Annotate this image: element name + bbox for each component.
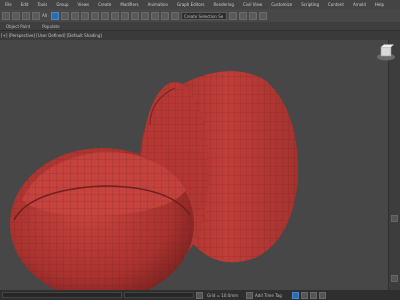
undo-icon[interactable] [2,11,10,20]
key-icon[interactable] [291,291,299,299]
mesh-model [10,71,299,290]
menu-civil-view[interactable]: Civil View [238,2,266,7]
render-frame-icon[interactable] [248,11,257,20]
align-icon[interactable] [140,11,149,20]
curve-editor-icon[interactable] [160,11,169,20]
mirror-icon[interactable] [130,11,139,20]
angle-snap-icon[interactable] [100,11,109,20]
prompt-field [124,292,194,298]
material-editor-icon[interactable] [228,11,237,20]
ball-shape [10,148,194,290]
tab-populate[interactable]: Populate [36,24,65,29]
selection-filter[interactable]: All [42,13,47,18]
percent-snap-icon[interactable] [110,11,119,20]
select-icon[interactable] [50,11,59,20]
scale-icon[interactable] [80,11,89,20]
viewcube-icon[interactable] [375,44,397,62]
menu-bar: File Edit Tools Group Views Create Modif… [0,0,400,9]
rotate-icon[interactable] [70,11,79,20]
layer-icon[interactable] [150,11,159,20]
menu-customize[interactable]: Customize [266,2,296,7]
menu-content[interactable]: Content [323,2,348,7]
menu-edit[interactable]: Edit [16,2,33,7]
spinner-snap-icon[interactable] [120,11,129,20]
move-icon[interactable] [60,11,69,20]
perspective-viewport[interactable] [0,40,388,290]
ribbon-tabs: Object Paint Populate [0,22,400,31]
menu-tools[interactable]: Tools [32,2,51,7]
unlink-icon[interactable] [32,11,40,20]
snap-icon[interactable] [90,11,99,20]
menu-create[interactable]: Create [93,2,115,7]
render-icon[interactable] [258,11,267,20]
right-strip [377,40,400,290]
render-setup-icon[interactable] [238,11,247,20]
main-toolbar: All Create Selection Se [0,9,400,22]
menu-rendering[interactable]: Rendering [209,2,238,7]
selection-set-dropdown[interactable]: Create Selection Se [180,11,227,20]
lock-icon[interactable] [196,291,203,299]
add-time-tag[interactable]: Add Time Tag [255,293,282,298]
menu-arnold[interactable]: Arnold [348,2,370,7]
link-icon[interactable] [22,11,30,20]
maxscript-listener[interactable] [2,292,122,298]
status-bar: Grid = 10.0mm Add Time Tag [0,290,400,300]
time-tag-icon[interactable] [246,291,253,299]
grid-readout: Grid = 10.0mm [207,292,238,298]
play-icon[interactable] [300,291,308,299]
pan-icon[interactable] [309,291,317,299]
menu-modifiers[interactable]: Modifiers [115,2,142,7]
redo-icon[interactable] [12,11,20,20]
menu-file[interactable]: File [0,2,16,7]
viewport-nav-button[interactable] [391,215,398,222]
menu-group[interactable]: Group [51,2,72,7]
tab-object-paint[interactable]: Object Paint [0,24,36,29]
schematic-icon[interactable] [170,11,179,20]
menu-animation[interactable]: Animation [143,2,172,7]
menu-views[interactable]: Views [73,2,94,7]
menu-help[interactable]: Help [370,2,388,7]
menu-graph-editors[interactable]: Graph Editors [172,2,208,7]
zoom-icon[interactable] [318,291,326,299]
maximize-viewport-button[interactable] [391,275,398,282]
menu-scripting[interactable]: Scripting [296,2,323,7]
